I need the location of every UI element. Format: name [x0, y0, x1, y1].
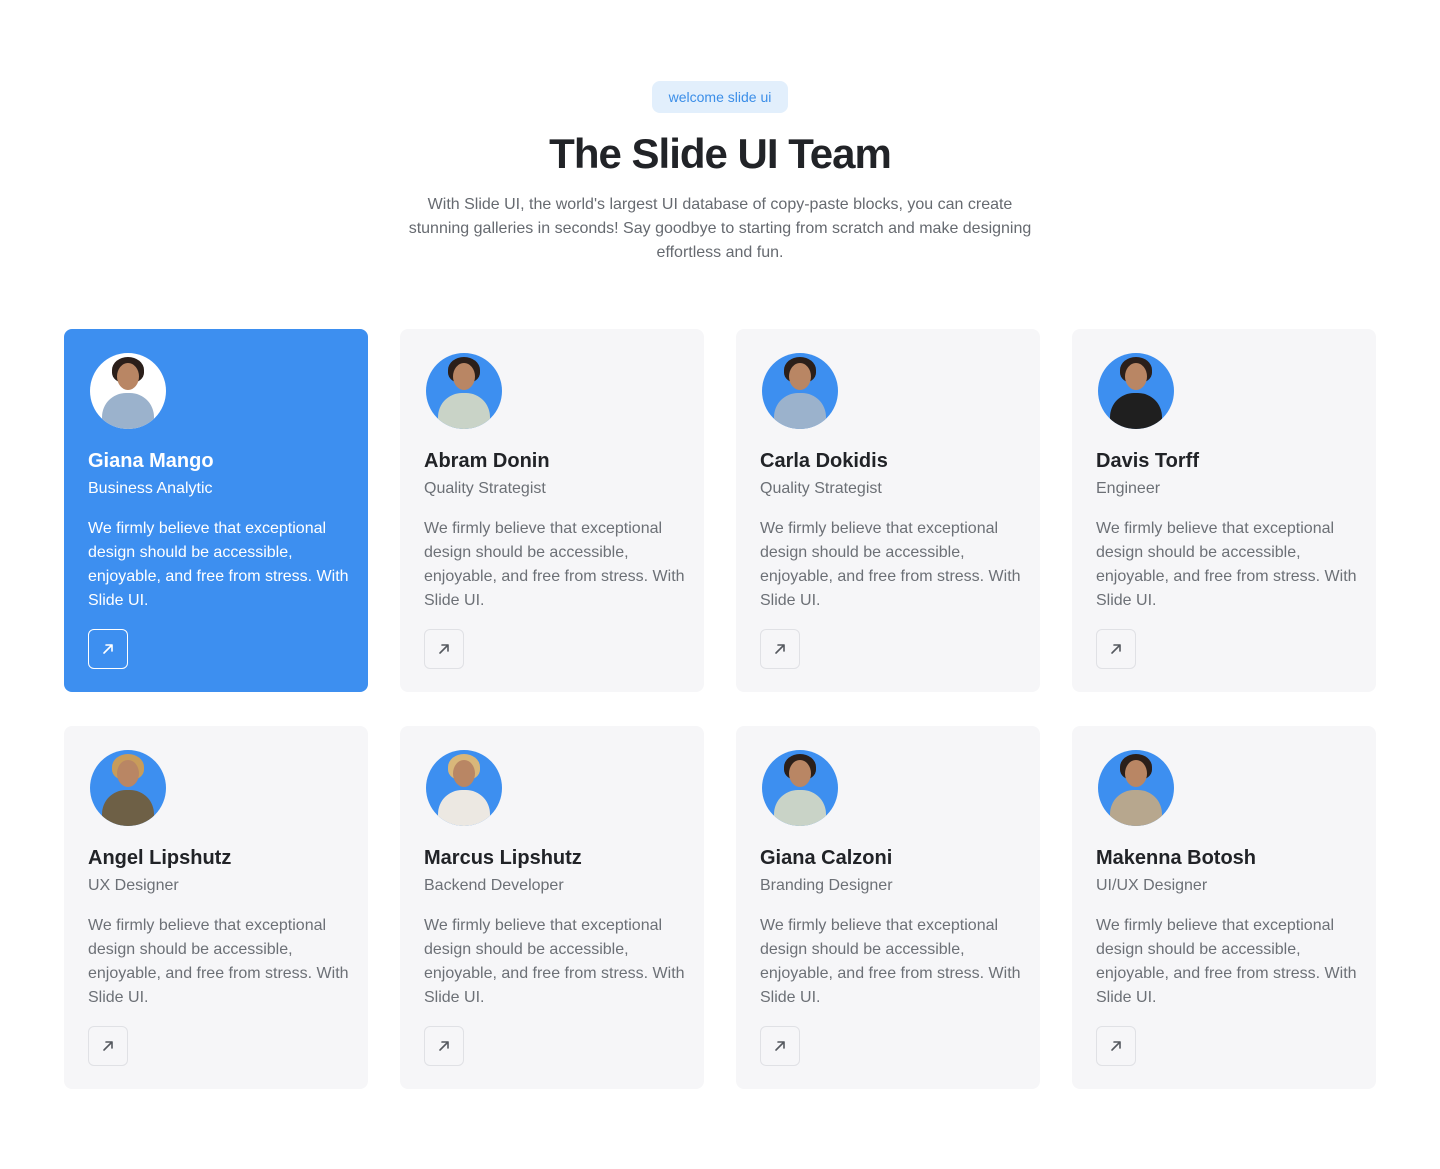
member-name: Marcus Lipshutz [424, 847, 582, 869]
member-name: Abram Donin [424, 450, 550, 472]
arrow-up-right-icon [775, 644, 785, 654]
avatar [1098, 750, 1174, 826]
arrow-up-right-icon [103, 644, 113, 654]
page-title: The Slide UI Team [549, 130, 892, 177]
team-card: Davis Torff Engineer We firmly believe t… [1072, 329, 1376, 692]
avatar [762, 750, 838, 826]
avatar [90, 353, 166, 429]
member-description: We firmly believe that exceptional desig… [88, 520, 349, 609]
team-card: Marcus Lipshutz Backend Developer We fir… [400, 726, 704, 1089]
profile-link-button[interactable] [424, 629, 464, 669]
avatar [90, 750, 166, 826]
profile-link-button[interactable] [1096, 1026, 1136, 1066]
member-description: We firmly believe that exceptional desig… [760, 520, 1021, 609]
avatar [426, 750, 502, 826]
member-role: Engineer [1096, 480, 1161, 497]
profile-link-button[interactable] [88, 1026, 128, 1066]
profile-link-button[interactable] [424, 1026, 464, 1066]
member-name: Makenna Botosh [1096, 847, 1257, 869]
member-role: Branding Designer [760, 877, 893, 894]
member-description: We firmly believe that exceptional desig… [88, 917, 349, 1006]
member-description: We firmly believe that exceptional desig… [1096, 520, 1357, 609]
welcome-badge: welcome slide ui [652, 81, 788, 113]
profile-link-button[interactable] [1096, 629, 1136, 669]
team-card: Angel Lipshutz UX Designer We firmly bel… [64, 726, 368, 1089]
avatar [762, 353, 838, 429]
profile-link-button[interactable] [760, 1026, 800, 1066]
member-name: Carla Dokidis [760, 450, 888, 472]
member-description: We firmly believe that exceptional desig… [760, 917, 1021, 1006]
avatar [1098, 353, 1174, 429]
member-role: UX Designer [88, 877, 179, 894]
arrow-up-right-icon [439, 644, 449, 654]
profile-link-button[interactable] [88, 629, 128, 669]
arrow-up-right-icon [775, 1041, 785, 1051]
arrow-up-right-icon [1111, 644, 1121, 654]
member-description: We firmly believe that exceptional desig… [424, 520, 685, 609]
team-card: Giana Calzoni Branding Designer We firml… [736, 726, 1040, 1089]
team-card: Abram Donin Quality Strategist We firmly… [400, 329, 704, 692]
team-card: Giana Mango Business Analytic We firmly … [64, 329, 368, 692]
team-card: Makenna Botosh UI/UX Designer We firmly … [1072, 726, 1376, 1089]
member-role: Quality Strategist [424, 480, 546, 497]
member-name: Giana Calzoni [760, 847, 893, 869]
page-subtitle: With Slide UI, the world's largest UI da… [408, 196, 1032, 261]
member-description: We firmly believe that exceptional desig… [424, 917, 685, 1006]
profile-link-button[interactable] [760, 629, 800, 669]
member-name: Giana Mango [88, 450, 214, 472]
member-role: Backend Developer [424, 877, 564, 894]
team-card: Carla Dokidis Quality Strategist We firm… [736, 329, 1040, 692]
team-grid: Giana Mango Business Analytic We firmly … [64, 329, 1376, 1089]
arrow-up-right-icon [439, 1041, 449, 1051]
arrow-up-right-icon [103, 1041, 113, 1051]
arrow-up-right-icon [1111, 1041, 1121, 1051]
member-role: Quality Strategist [760, 480, 882, 497]
member-role: UI/UX Designer [1096, 877, 1208, 894]
avatar [426, 353, 502, 429]
member-description: We firmly believe that exceptional desig… [1096, 917, 1357, 1006]
member-role: Business Analytic [88, 480, 213, 497]
member-name: Angel Lipshutz [88, 847, 232, 869]
member-name: Davis Torff [1096, 450, 1199, 472]
